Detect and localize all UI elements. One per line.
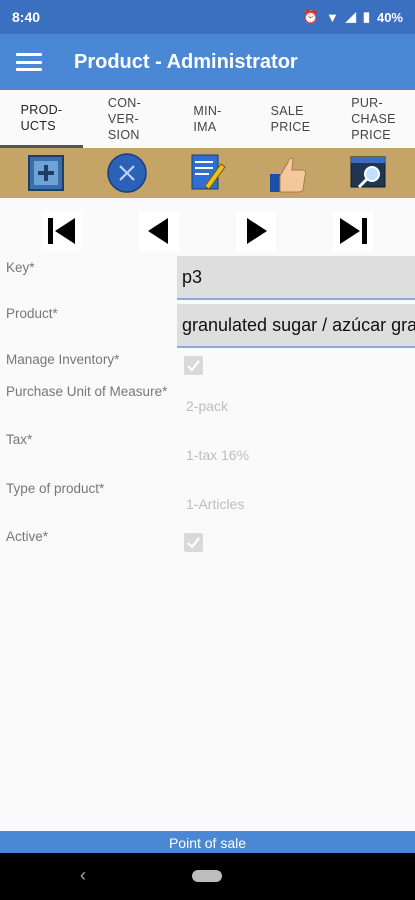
footer-bar: Point of sale xyxy=(0,831,415,853)
signal-icon: ◢ xyxy=(345,9,356,24)
tab-sale-price[interactable]: SALE PRICE xyxy=(249,90,332,148)
wifi-icon: ▼ xyxy=(325,9,339,25)
purchase-unit-select[interactable]: 2-pack xyxy=(186,398,228,414)
battery-icon: ▮ xyxy=(362,9,370,24)
status-time: 8:40 xyxy=(12,9,41,25)
home-icon[interactable] xyxy=(192,870,222,882)
tab-products[interactable]: PROD- UCTS xyxy=(0,90,83,148)
tab-label: MIN- IMA xyxy=(193,104,222,134)
product-type-select[interactable]: 1-Articles xyxy=(186,496,244,512)
tab-label: SALE PRICE xyxy=(270,104,311,134)
key-field[interactable]: p3 xyxy=(177,256,415,300)
status-bar: 8:40 ⏰ ▼ ◢ ▮ 40% xyxy=(0,0,415,34)
key-label: Key* xyxy=(6,260,35,275)
record-navigation xyxy=(0,208,415,254)
product-type-label: Type of product* xyxy=(6,481,105,496)
next-record-button[interactable] xyxy=(235,211,276,251)
cancel-button[interactable] xyxy=(105,151,149,195)
back-icon[interactable]: ‹ xyxy=(80,865,86,886)
battery-percent: 40% xyxy=(376,9,403,25)
product-label: Product* xyxy=(6,306,58,321)
tab-bar: PROD- UCTS CON- VER- SION MIN- IMA SALE … xyxy=(0,90,415,148)
tax-select[interactable]: 1-tax 16% xyxy=(186,447,249,463)
first-record-button[interactable] xyxy=(42,211,83,251)
product-field[interactable]: granulated sugar / azúcar granulada xyxy=(177,304,415,348)
tab-label: PROD- UCTS xyxy=(20,102,63,133)
first-record-icon xyxy=(48,218,76,244)
tab-purchase-price[interactable]: PUR- CHASE PRICE xyxy=(332,90,415,148)
tab-minima[interactable]: MIN- IMA xyxy=(166,90,249,148)
add-icon xyxy=(28,155,65,191)
thumbs-up-icon xyxy=(270,157,307,193)
check-icon xyxy=(187,537,200,549)
purchase-unit-label: Purchase Unit of Measure* xyxy=(6,384,168,399)
search-icon xyxy=(350,156,386,189)
tab-conversion[interactable]: CON- VER- SION xyxy=(83,90,166,148)
approve-button[interactable] xyxy=(266,151,310,195)
active-label: Active* xyxy=(6,529,49,544)
next-record-icon xyxy=(246,218,267,244)
tab-label: PUR- CHASE PRICE xyxy=(351,96,396,142)
tax-label: Tax* xyxy=(6,432,33,447)
page-title: Product - Administrator xyxy=(74,50,298,73)
app-bar: Product - Administrator xyxy=(0,34,415,90)
manage-inventory-label: Manage Inventory* xyxy=(6,352,120,367)
menu-icon[interactable] xyxy=(16,53,42,71)
add-button[interactable] xyxy=(24,151,68,195)
system-navigation-bar: ‹ xyxy=(0,853,415,900)
previous-record-icon xyxy=(148,218,169,244)
cancel-icon xyxy=(107,153,147,193)
alarm-icon: ⏰ xyxy=(302,9,319,24)
active-checkbox[interactable] xyxy=(184,533,203,552)
manage-inventory-checkbox[interactable] xyxy=(184,356,203,375)
previous-record-button[interactable] xyxy=(139,211,180,251)
last-record-icon xyxy=(339,218,367,244)
search-button[interactable] xyxy=(347,151,391,195)
edit-icon xyxy=(191,154,227,190)
last-record-button[interactable] xyxy=(332,211,373,251)
action-toolbar xyxy=(0,148,415,198)
tab-label: CON- VER- SION xyxy=(107,96,142,142)
edit-button[interactable] xyxy=(185,151,229,195)
check-icon xyxy=(187,360,200,372)
